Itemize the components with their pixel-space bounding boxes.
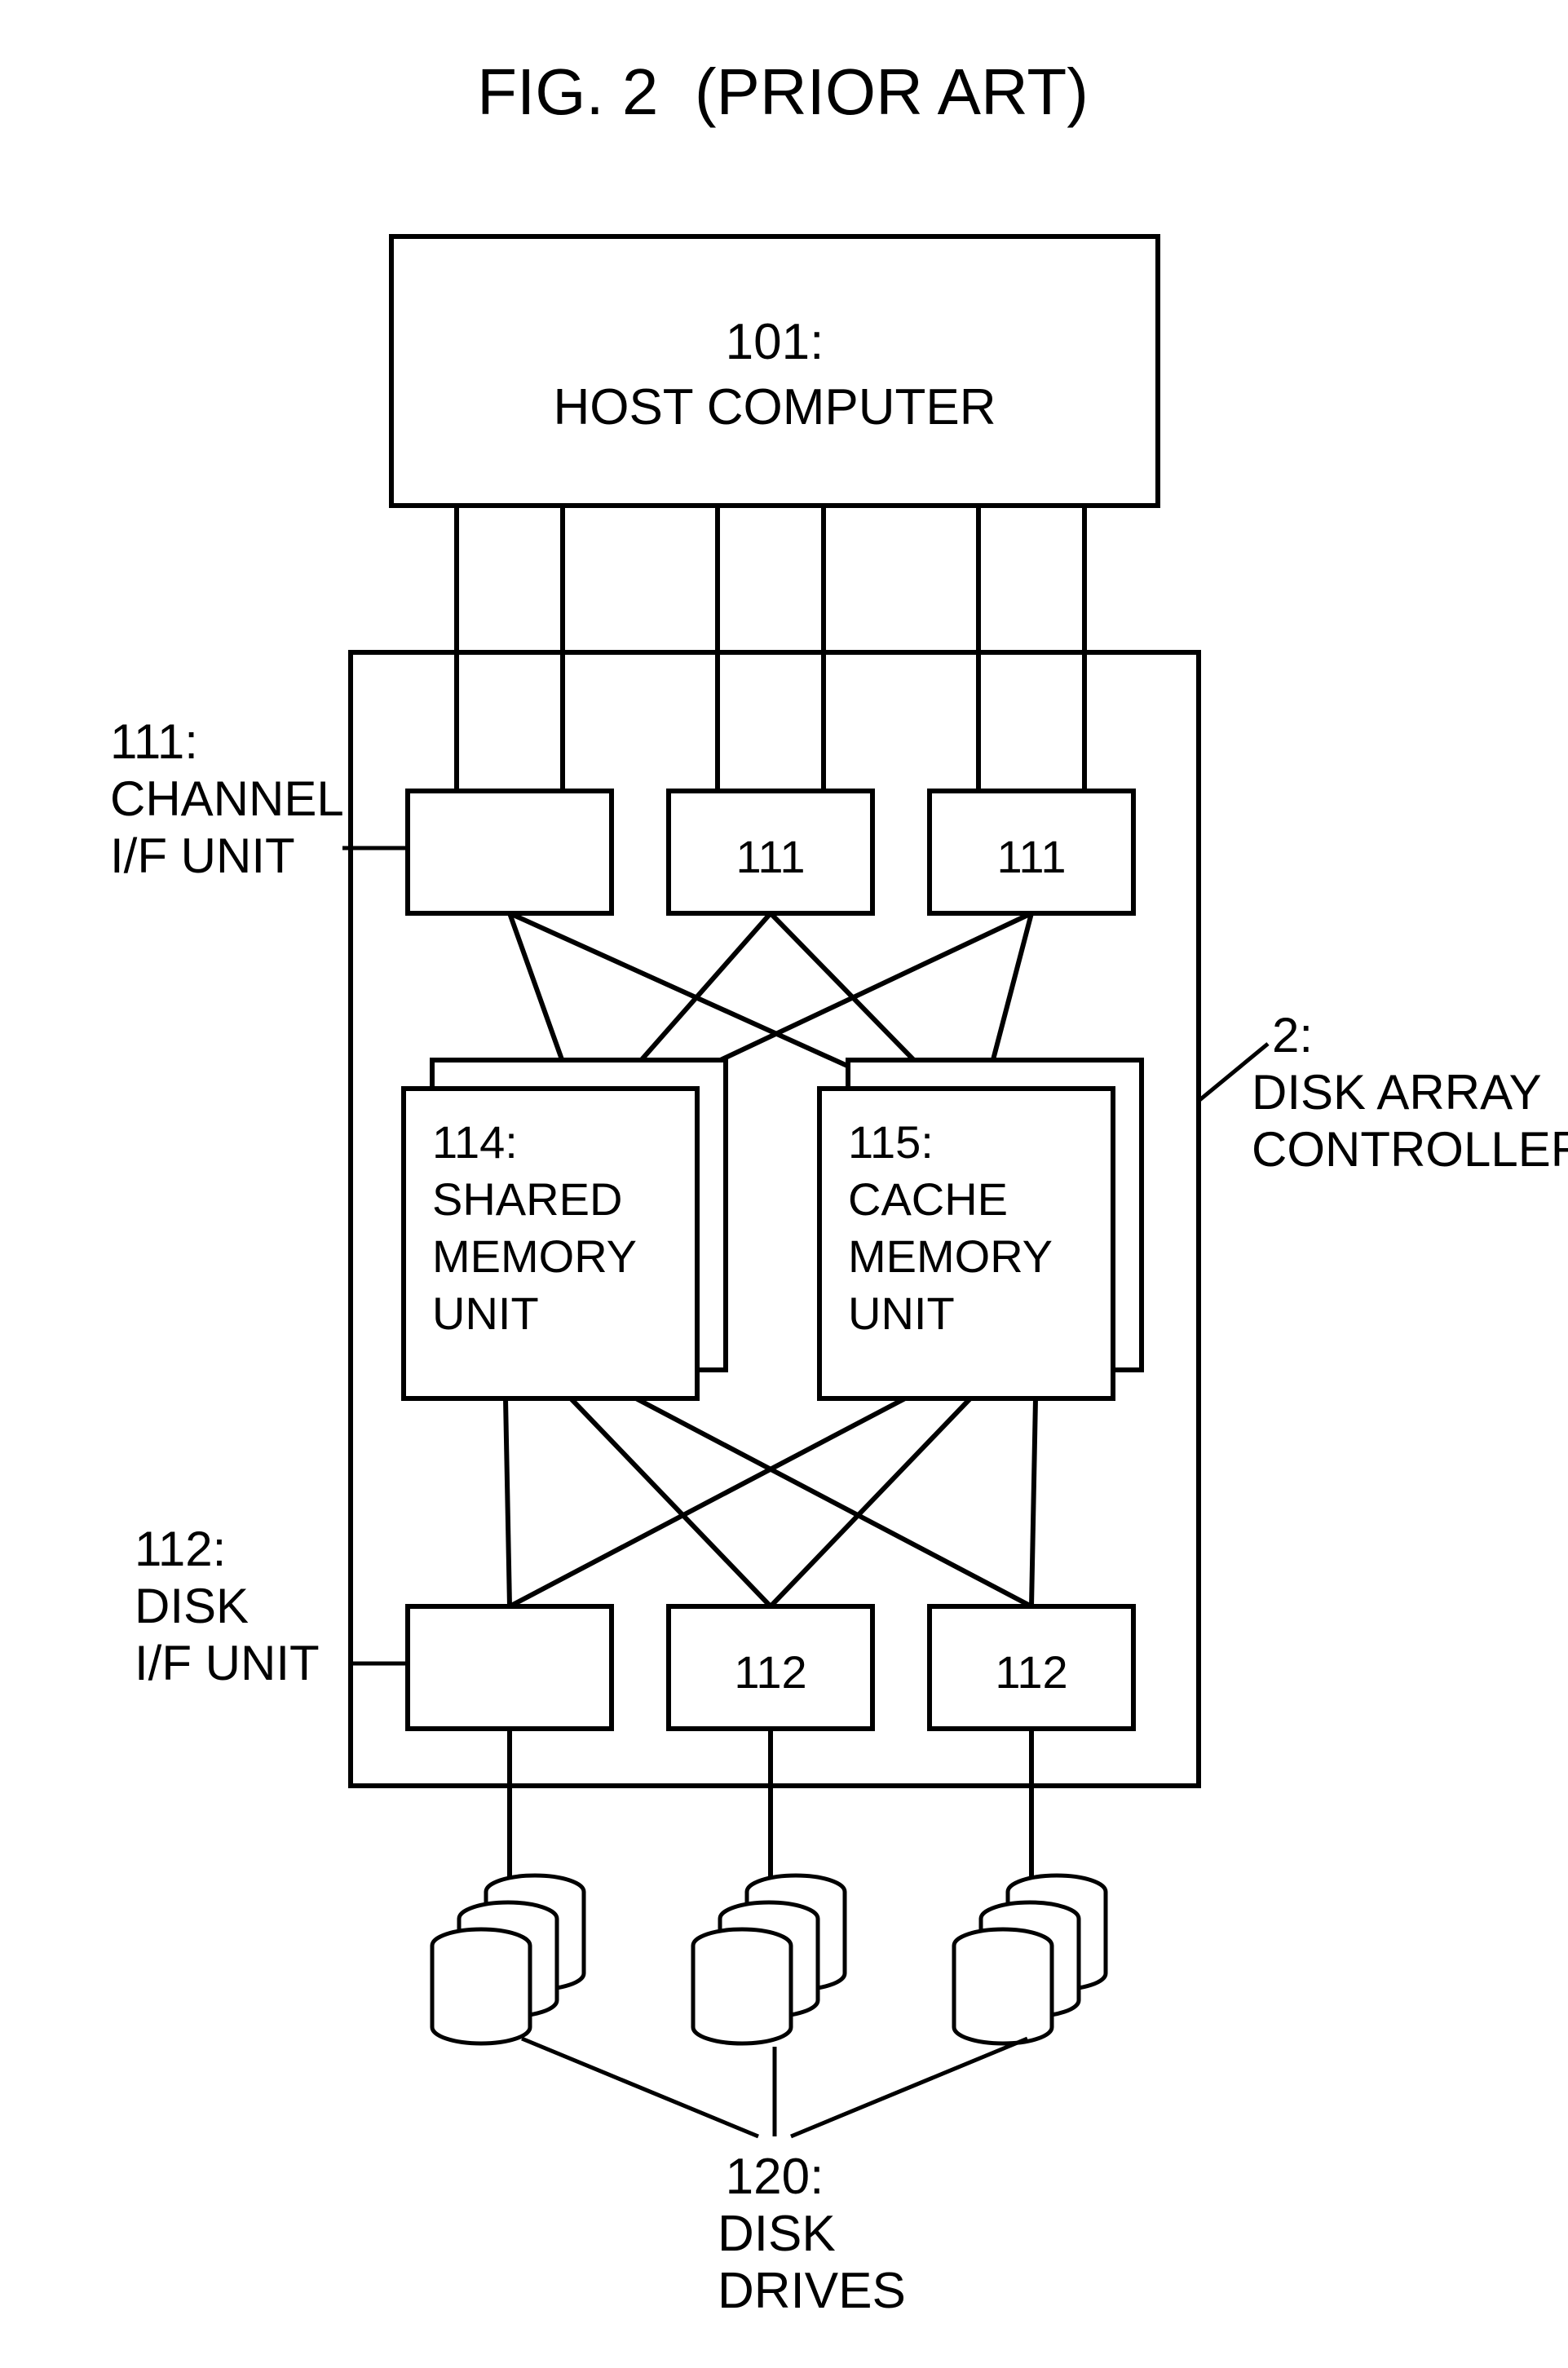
controller-name-l2: CONTROLLER (1252, 1122, 1568, 1177)
memory-to-diskif-lines (506, 1398, 1036, 1606)
host-computer-block: 101: HOST COMPUTER (391, 236, 1158, 506)
disk-if-units: 112 112 (408, 1606, 1133, 1729)
channel-box-label-2: 111 (735, 831, 805, 882)
cache-mem-l1: CACHE (848, 1173, 1008, 1225)
disk-drives (432, 1875, 1106, 2043)
disk-if-label: 112: DISK I/F UNIT (135, 1522, 408, 1690)
disk-if-id: 112: (135, 1522, 226, 1576)
channel-if-name-l1: CHANNEL (110, 771, 344, 826)
disk-if-box-label-2: 112 (734, 1646, 806, 1698)
shared-mem-l3: UNIT (432, 1288, 539, 1339)
cache-mem-id: 115: (848, 1116, 934, 1168)
host-to-channel-lines (457, 506, 1084, 791)
disk-if-box-label-3: 112 (995, 1646, 1067, 1698)
channel-box-label-3: 111 (996, 831, 1066, 882)
channel-if-label: 111: CHANNEL I/F UNIT (110, 714, 408, 883)
cache-mem-l2: MEMORY (848, 1230, 1053, 1282)
figure-title: FIG. 2 (PRIOR ART) (477, 55, 1089, 128)
drives-id: 120: (726, 2149, 824, 2205)
cache-memory-unit: 115: CACHE MEMORY UNIT (819, 1060, 1142, 1398)
disk-if-name-l1: DISK (135, 1579, 249, 1633)
controller-id: 2: (1272, 1008, 1313, 1063)
drive-label-leaders (522, 2039, 1027, 2136)
shared-mem-id: 114: (432, 1116, 518, 1168)
drives-name-l1: DISK (718, 2206, 836, 2262)
shared-mem-l1: SHARED (432, 1173, 622, 1225)
shared-mem-l2: MEMORY (432, 1230, 637, 1282)
disk-if-name-l2: I/F UNIT (135, 1636, 320, 1690)
channel-if-name-l2: I/F UNIT (110, 828, 295, 883)
controller-name-l1: DISK ARRAY (1252, 1065, 1542, 1120)
host-name: HOST COMPUTER (553, 379, 996, 435)
channel-if-id: 111: (110, 714, 198, 769)
host-id: 101: (726, 314, 824, 370)
diagram-root: FIG. 2 (PRIOR ART) 101: HOST COMPUTER 2:… (0, 0, 1568, 2368)
shared-memory-unit: 114: SHARED MEMORY UNIT (404, 1060, 726, 1398)
channel-if-units: 111 111 (408, 791, 1133, 913)
drives-name-l2: DRIVES (718, 2263, 906, 2319)
cache-mem-l3: UNIT (848, 1288, 955, 1339)
